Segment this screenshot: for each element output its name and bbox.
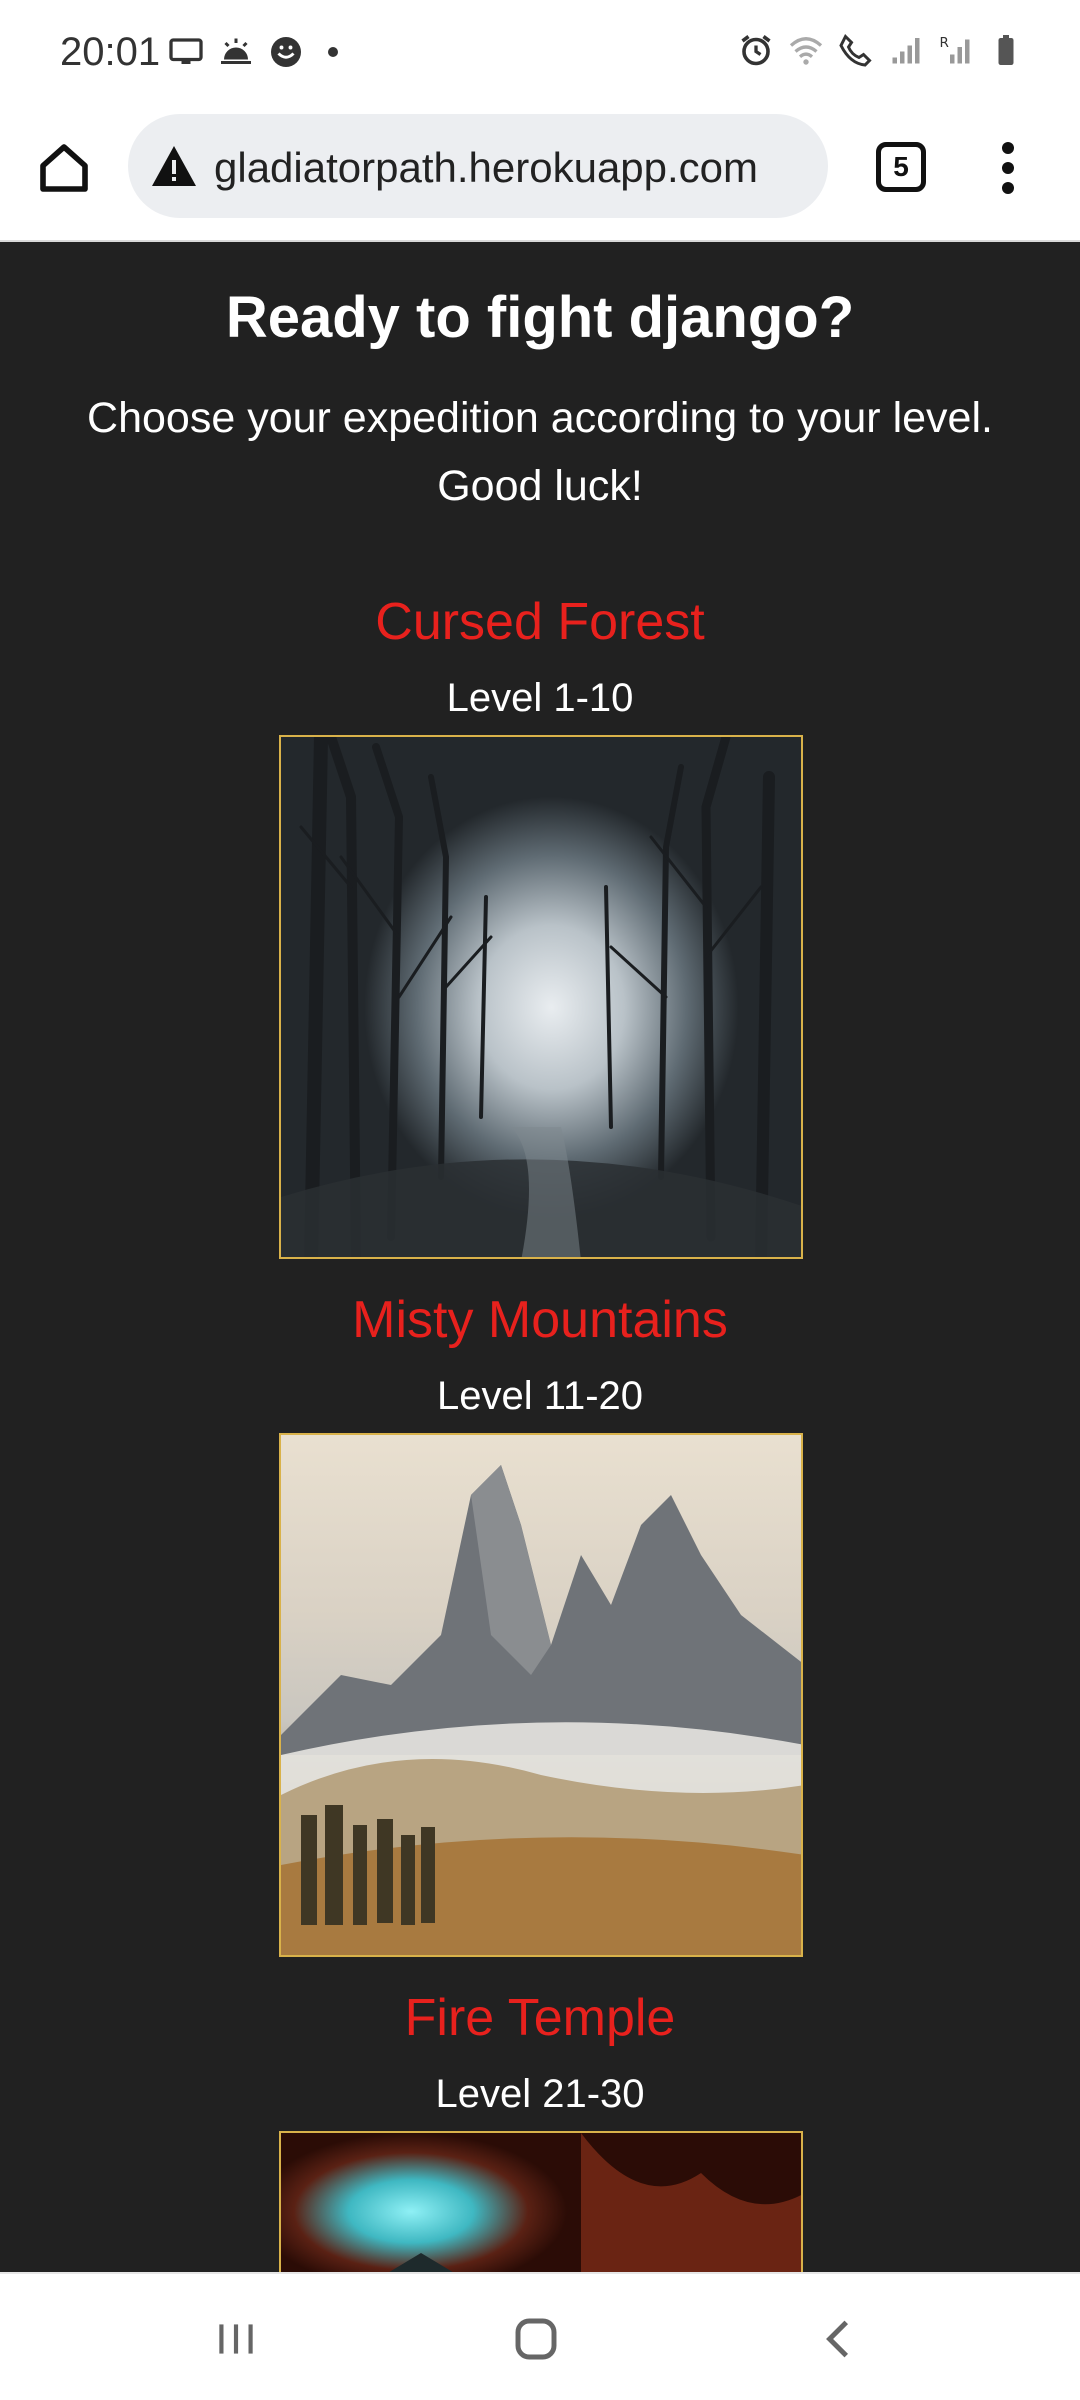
monitor-icon	[169, 38, 203, 64]
signal-roaming-icon: R	[940, 35, 970, 64]
menu-dot-icon	[1002, 162, 1014, 174]
page-title: Ready to fight django?	[225, 285, 855, 350]
alarm-icon	[741, 35, 771, 66]
status-left-icons	[168, 34, 338, 70]
back-button[interactable]	[800, 2304, 880, 2374]
forest-trees-graphic	[281, 737, 801, 1257]
battery-icon	[998, 35, 1014, 65]
home-nav-icon	[515, 2318, 557, 2360]
address-bar[interactable]: gladiatorpath.herokuapp.com	[128, 114, 828, 218]
status-time: 20:01	[60, 30, 161, 74]
face-icon	[271, 37, 301, 67]
system-navigation-bar	[0, 2272, 1080, 2400]
weather-icon	[221, 38, 251, 64]
expedition-title[interactable]: Misty Mountains	[0, 1290, 1080, 1350]
menu-dot-icon	[1002, 182, 1014, 194]
expedition-level: Level 11-20	[436, 1374, 644, 1418]
wifi-icon	[789, 37, 823, 65]
menu-dot-icon	[1002, 142, 1014, 154]
home-icon	[40, 144, 88, 192]
cursed-forest-image[interactable]	[279, 735, 803, 1259]
status-right-icons: R	[738, 32, 1024, 68]
fire-temple-image[interactable]	[279, 2131, 803, 2272]
status-bar: 20:01 R	[0, 0, 1080, 108]
home-button[interactable]	[34, 138, 94, 198]
expedition-level: Level 21-30	[435, 2072, 645, 2116]
tab-switcher-button[interactable]: 5	[876, 142, 926, 192]
mountains-graphic	[281, 1465, 801, 1955]
page-content: Ready to fight django? Choose your exped…	[0, 244, 1080, 2272]
page-subtitle: Choose your expedition according to your…	[87, 394, 993, 510]
home-nav-button[interactable]	[496, 2304, 576, 2374]
misty-mountains-image[interactable]	[279, 1433, 803, 1957]
browser-toolbar: gladiatorpath.herokuapp.com 5	[0, 108, 1080, 242]
expedition-level: Level 1-10	[446, 676, 634, 720]
url-text[interactable]: gladiatorpath.herokuapp.com	[214, 144, 814, 192]
svg-text:R: R	[940, 35, 949, 51]
back-icon	[826, 2320, 849, 2358]
fire-temple-graphic	[389, 2133, 801, 2272]
recent-apps-icon	[219, 2324, 253, 2354]
more-options-button[interactable]	[988, 138, 1028, 198]
recent-apps-button[interactable]	[196, 2304, 276, 2374]
expedition-title[interactable]: Fire Temple	[0, 1988, 1080, 2048]
warning-icon[interactable]	[150, 144, 198, 188]
wifi-call-icon	[839, 33, 872, 67]
dot-icon	[328, 47, 338, 57]
signal-icon	[892, 38, 920, 64]
expedition-title[interactable]: Cursed Forest	[0, 592, 1080, 652]
